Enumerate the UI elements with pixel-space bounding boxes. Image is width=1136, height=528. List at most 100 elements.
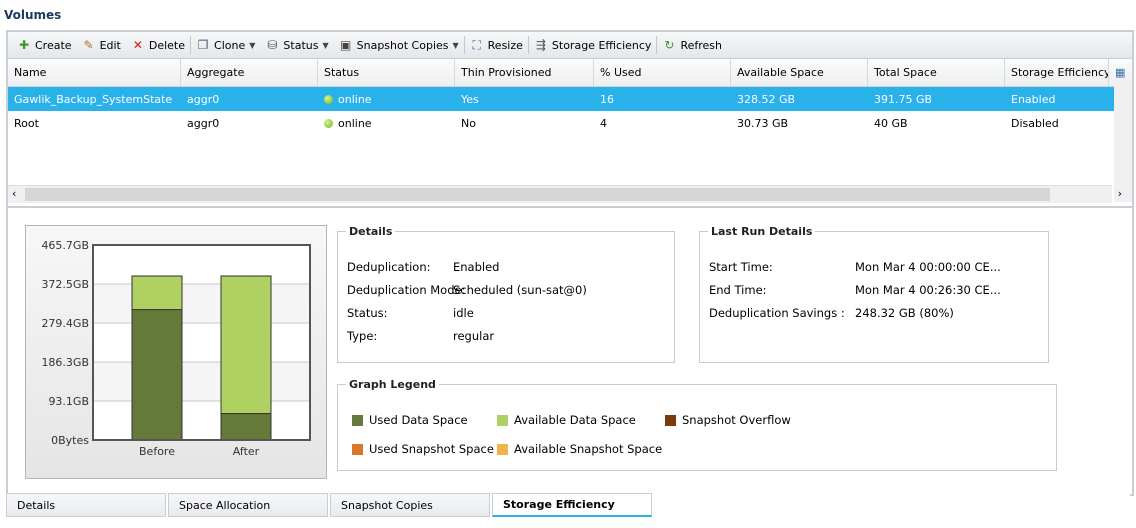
legend-label: Snapshot Overflow	[682, 413, 791, 427]
table-row[interactable]: Root aggr0 online No 4 30.73 GB 40 GB Disabled	[8, 111, 1132, 135]
button-label: Status	[283, 38, 319, 52]
online-status-icon	[324, 94, 333, 104]
column-header[interactable]: Aggregate	[181, 59, 318, 86]
storage-chart: 0Bytes 93.1GB 186.3GB 279.4GB 372.5GB 465.7GB…	[25, 225, 327, 479]
details-title: Details	[349, 225, 393, 238]
storage-efficiency-icon: ⇶	[535, 38, 546, 52]
y-tick-label: 279.4GB	[41, 317, 89, 330]
table-cell: Enabled	[1011, 92, 1056, 106]
resize-button[interactable]: ⛶ Resize	[465, 34, 528, 56]
column-header[interactable]: % Used	[594, 59, 731, 86]
online-status-icon	[324, 118, 333, 128]
clone-icon: ❐	[197, 38, 209, 52]
detail-label: Status:	[347, 306, 388, 320]
status-icon: ⛁	[267, 38, 278, 52]
column-header[interactable]: Status	[318, 59, 455, 86]
column-header[interactable]: Storage Efficiency	[1005, 59, 1109, 86]
delete-button[interactable]: ✕ Delete	[126, 34, 190, 56]
bar-segment	[131, 309, 183, 441]
button-label: Storage Efficiency	[551, 38, 652, 52]
snapshot-copies-button[interactable]: ▣ Snapshot Copies ▼	[334, 34, 464, 56]
chevron-down-icon[interactable]: ▼	[453, 41, 459, 50]
detail-value: 248.32 GB (80%)	[855, 306, 954, 320]
column-header[interactable]: Total Space	[868, 59, 1005, 86]
table-cell: No	[461, 116, 476, 130]
detail-label: Start Time:	[709, 260, 773, 274]
create-button[interactable]: ✚ Create	[12, 34, 77, 56]
legend-item: Available Data Space	[497, 413, 636, 427]
table-cell: aggr0	[187, 92, 220, 106]
scroll-left-icon[interactable]: ‹	[12, 187, 16, 200]
table-cell: aggr0	[187, 116, 220, 130]
table-cell: Gawlik_Backup_SystemState	[14, 92, 173, 106]
detail-value: Mon Mar 4 00:26:30 CE...	[855, 283, 1001, 297]
refresh-button[interactable]: ↻ Refresh	[657, 34, 727, 56]
status-text: online	[338, 116, 372, 130]
tab-bar: Details Space Allocation Snapshot Copies St…	[6, 493, 1130, 521]
detail-label: Type:	[347, 329, 378, 343]
legend-label: Used Snapshot Space	[369, 442, 494, 456]
legend-item: Available Snapshot Space	[497, 442, 662, 456]
table-body: Gawlik_Backup_SystemState aggr0 online Yes 1…	[8, 87, 1132, 135]
status-button[interactable]: ⛁ Status ▼	[260, 34, 333, 56]
y-tick-label: 465.7GB	[41, 239, 89, 252]
table-cell: online	[318, 111, 455, 135]
bar-segment	[131, 275, 183, 311]
volumes-panel: ✚ Create ✎ Edit ✕ Delete ❐ Clone ▼ ⛁ Status ▼ ▣ Snaps…	[6, 30, 1134, 206]
button-label: Refresh	[680, 38, 722, 52]
table-cell: 391.75 GB	[874, 92, 933, 106]
details-group: Details Deduplication: Enabled Deduplicati…	[337, 225, 675, 363]
detail-label: Deduplication:	[347, 260, 431, 274]
table-header: Name Aggregate Status Thin Provisioned% Use…	[8, 59, 1132, 87]
chart-svg: 0Bytes 93.1GB 186.3GB 279.4GB 372.5GB 465.7GB…	[41, 239, 311, 458]
graph-legend-title: Graph Legend	[349, 378, 436, 391]
legend-swatch	[352, 414, 363, 426]
column-header[interactable]: Name	[8, 59, 181, 86]
legend-label: Used Data Space	[369, 413, 468, 427]
create-icon: ✚	[18, 38, 30, 52]
table-row[interactable]: Gawlik_Backup_SystemState aggr0 online Yes 1…	[8, 87, 1132, 111]
column-menu-icon[interactable]: ▦	[1109, 59, 1129, 86]
page-title: Volumes	[4, 8, 62, 22]
edit-button[interactable]: ✎ Edit	[77, 34, 126, 56]
tab-storage-efficiency[interactable]: Storage Efficiency	[492, 493, 652, 517]
y-tick-label: 186.3GB	[41, 356, 89, 369]
tab-space-allocation[interactable]: Space Allocation	[168, 493, 328, 517]
x-tick-label: Before	[139, 445, 175, 458]
detail-value: idle	[453, 306, 474, 320]
scrollbar-thumb[interactable]	[25, 188, 1050, 201]
legend-item: Used Data Space	[352, 413, 468, 427]
last-run-title: Last Run Details	[711, 225, 813, 238]
clone-button[interactable]: ❐ Clone ▼	[191, 34, 260, 56]
tab-snapshot-copies[interactable]: Snapshot Copies	[330, 493, 490, 517]
table-cell: 4	[600, 116, 607, 130]
storage-efficiency-button[interactable]: ⇶ Storage Efficiency	[529, 34, 657, 56]
legend-swatch	[497, 414, 508, 426]
table-cell: Disabled	[1011, 116, 1059, 130]
legend-swatch	[352, 443, 363, 455]
legend-item: Snapshot Overflow	[665, 413, 791, 427]
scroll-right-icon[interactable]: ›	[1118, 187, 1122, 200]
horizontal-scrollbar[interactable]: ‹ ›	[8, 185, 1122, 203]
column-header[interactable]: Available Space	[731, 59, 868, 86]
tab-details[interactable]: Details	[6, 493, 166, 517]
detail-value: Mon Mar 4 00:00:00 CE...	[855, 260, 1001, 274]
legend-label: Available Snapshot Space	[514, 442, 663, 456]
plot-area	[93, 245, 310, 440]
chevron-down-icon[interactable]: ▼	[249, 41, 255, 50]
table-cell: 30.73 GB	[737, 116, 789, 130]
detail-value: Enabled	[453, 260, 500, 274]
edit-icon: ✎	[83, 38, 94, 52]
button-label: Clone	[214, 38, 246, 52]
column-header[interactable]: Thin Provisioned	[455, 59, 594, 86]
legend-item: Used Snapshot Space	[352, 442, 494, 456]
graph-legend-group: Graph Legend Used Data Space Available Da…	[337, 378, 1057, 471]
chevron-down-icon[interactable]: ▼	[322, 41, 328, 50]
y-tick-label: 372.5GB	[41, 278, 89, 291]
bar-segment	[220, 413, 272, 441]
bar-segment	[220, 275, 272, 415]
button-label: Snapshot Copies	[356, 38, 449, 52]
table-cell: online	[318, 87, 455, 111]
vertical-scrollbar[interactable]	[1114, 86, 1132, 202]
table-cell: Root	[14, 116, 39, 130]
